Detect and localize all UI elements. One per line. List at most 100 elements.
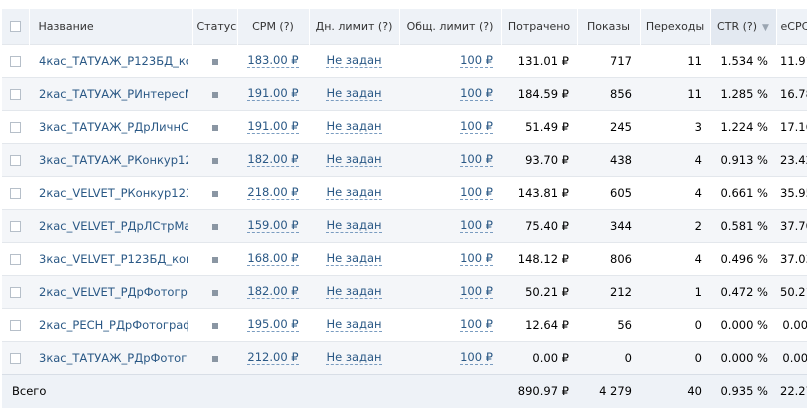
ecpc-value: 0.00 ₽ [782,317,807,332]
campaign-name-link[interactable]: 3кас_ТАТУАЖ_РКонкур123 [29,143,192,176]
header-day-limit[interactable]: Дн. лимит (?) [309,9,400,44]
header-ecpc[interactable]: eCPC (?) [776,9,807,44]
spent-value: 12.64 ₽ [525,317,569,332]
row-checkbox[interactable] [2,77,29,110]
row-checkbox[interactable] [2,176,29,209]
row-checkbox[interactable] [2,275,29,308]
table-row: 3кас_ТАТУАЖ_РДрЛичнСт 191.00 ₽ Не задан 100… [2,110,807,143]
cpm-value[interactable]: 168.00 ₽ [237,242,309,275]
status-icon[interactable] [192,44,237,77]
total-limit-value[interactable]: 100 ₽ [399,110,501,143]
campaign-name-link[interactable]: 4кас_ТАТУАЖ_Р123БД_кон [29,44,192,77]
status-icon[interactable] [192,143,237,176]
row-checkbox[interactable] [2,341,29,374]
status-icon[interactable] [192,308,237,341]
ecpc-value: 37.03 ₽ [780,251,807,266]
total-limit-value[interactable]: 100 ₽ [399,143,501,176]
status-icon[interactable] [192,176,237,209]
total-limit-value[interactable]: 100 ₽ [399,275,501,308]
day-limit-value[interactable]: Не задан [309,308,399,341]
campaign-name-link[interactable]: 2кас_ТАТУАЖ_РИнтересМ [29,77,192,110]
clicks-value: 4 [694,251,702,266]
cpm-value[interactable]: 218.00 ₽ [237,176,309,209]
cpm-value[interactable]: 191.00 ₽ [237,110,309,143]
total-limit-value[interactable]: 100 ₽ [399,242,501,275]
ecpc-value: 37.70 ₽ [780,218,807,233]
row-checkbox[interactable] [2,308,29,341]
header-spent[interactable]: Потрачено [501,9,578,44]
spent-value: 148.12 ₽ [517,251,569,266]
campaign-name-link[interactable]: 2кас_VELVET_РДрЛСтрМа [29,209,192,242]
clicks-value: 2 [694,218,702,233]
clicks-value: 0 [694,350,702,365]
day-limit-value[interactable]: Не задан [309,242,399,275]
total-limit-value[interactable]: 100 ₽ [399,341,501,374]
row-checkbox[interactable] [2,44,29,77]
total-limit-value[interactable]: 100 ₽ [399,77,501,110]
day-limit-value[interactable]: Не задан [309,176,399,209]
campaign-name-link[interactable]: 2кас_VELVET_РДрФотогра [29,275,192,308]
day-limit-value[interactable]: Не задан [309,275,399,308]
ecpc-value: 35.95 ₽ [780,185,807,200]
totals-label: Всего [12,384,47,399]
total-limit-value[interactable]: 100 ₽ [399,209,501,242]
spent-value: 75.40 ₽ [525,218,569,233]
ctr-value: 0.472 % [720,284,768,299]
day-limit-value[interactable]: Не задан [309,209,399,242]
cpm-value[interactable]: 183.00 ₽ [237,44,309,77]
status-icon[interactable] [192,242,237,275]
table-body: 4кас_ТАТУАЖ_Р123БД_кон 183.00 ₽ Не задан 10… [2,44,807,374]
status-icon[interactable] [192,275,237,308]
campaign-name-link[interactable]: 3кас_ТАТУАЖ_РДрФотогр [29,341,192,374]
status-icon[interactable] [192,110,237,143]
impressions-value: 344 [610,218,632,233]
table-row: 2кас_VELVET_РДрЛСтрМа 159.00 ₽ Не задан 100… [2,209,807,242]
ctr-value: 0.913 % [720,152,768,167]
sort-down-icon[interactable]: ▼ [762,23,769,33]
total-limit-value[interactable]: 100 ₽ [399,176,501,209]
cpm-value[interactable]: 191.00 ₽ [237,77,309,110]
row-checkbox[interactable] [2,110,29,143]
status-icon[interactable] [192,341,237,374]
campaign-name-link[interactable]: 3кас_ТАТУАЖ_РДрЛичнСт [29,110,192,143]
cpm-value[interactable]: 195.00 ₽ [237,308,309,341]
table-header-row: Название Статус CPM (?) Дн. лимит (?) Об… [2,9,807,44]
clicks-value: 0 [694,317,702,332]
ctr-value: 0.581 % [720,218,768,233]
status-icon[interactable] [192,77,237,110]
day-limit-value[interactable]: Не задан [309,341,399,374]
impressions-value: 56 [617,317,632,332]
day-limit-value[interactable]: Не задан [309,44,399,77]
campaign-name-link[interactable]: 2кас_VELVET_РКонкур1234 [29,176,192,209]
day-limit-value[interactable]: Не задан [309,143,399,176]
totals-ctr: 0.935 % [720,384,768,399]
ctr-value: 1.534 % [720,53,768,68]
cpm-value[interactable]: 212.00 ₽ [237,341,309,374]
cpm-value[interactable]: 159.00 ₽ [237,209,309,242]
ctr-value: 1.285 % [720,86,768,101]
total-limit-value[interactable]: 100 ₽ [399,44,501,77]
header-name[interactable]: Название [29,9,193,44]
cpm-value[interactable]: 182.00 ₽ [237,275,309,308]
header-total-limit[interactable]: Общ. лимит (?) [399,9,502,44]
cpm-value[interactable]: 182.00 ₽ [237,143,309,176]
row-checkbox[interactable] [2,209,29,242]
header-cpm[interactable]: CPM (?) [237,9,310,44]
row-checkbox[interactable] [2,242,29,275]
campaign-name-link[interactable]: 2кас_РЕСН_РДрФотографо [29,308,192,341]
header-clicks[interactable]: Переходы [640,9,711,44]
spent-value: 50.21 ₽ [525,284,569,299]
header-impressions[interactable]: Показы [577,9,641,44]
campaign-name-link[interactable]: 3кас_VELVET_Р123БД_кон [29,242,192,275]
clicks-value: 11 [687,86,702,101]
impressions-value: 245 [610,119,632,134]
total-limit-value[interactable]: 100 ₽ [399,308,501,341]
header-status[interactable]: Статус [192,9,238,44]
select-all-checkbox[interactable] [2,9,30,44]
day-limit-value[interactable]: Не задан [309,110,399,143]
day-limit-value[interactable]: Не задан [309,77,399,110]
row-checkbox[interactable] [2,143,29,176]
header-ctr[interactable]: CTR (?) ▼ [710,9,777,44]
status-icon[interactable] [192,209,237,242]
ecpc-value: 16.78 ₽ [780,86,807,101]
